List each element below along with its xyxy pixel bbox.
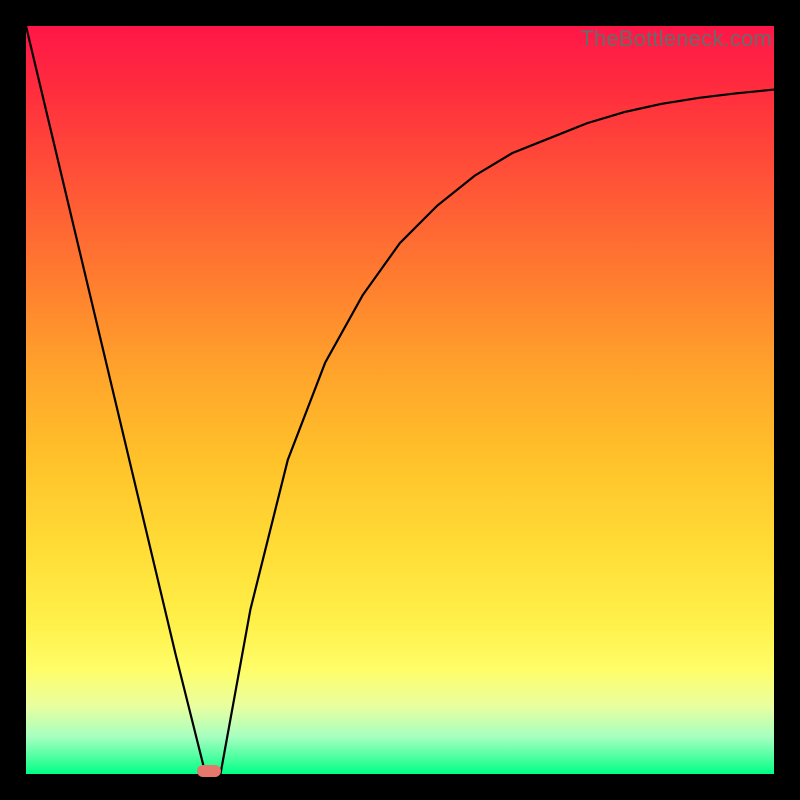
chart-frame: TheBottleneck.com <box>0 0 800 800</box>
optimum-marker <box>197 765 221 777</box>
bottleneck-curve <box>26 26 774 774</box>
plot-area: TheBottleneck.com <box>26 26 774 774</box>
